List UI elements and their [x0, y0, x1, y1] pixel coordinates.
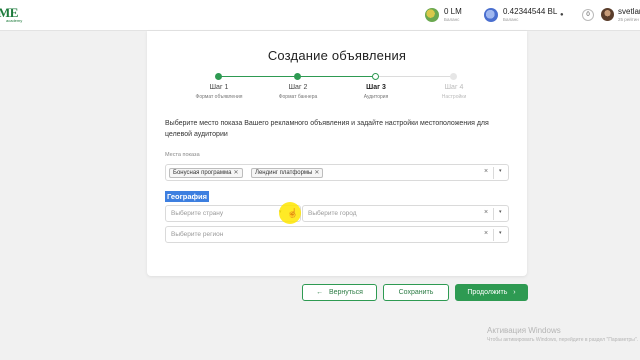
- wallet-bl-amount: 0.42344544 BL: [503, 7, 558, 16]
- continue-button[interactable]: Продолжить ›: [455, 284, 528, 301]
- user-name[interactable]: svetlan: [618, 7, 640, 16]
- windows-activation-title: Активация Windows: [487, 326, 561, 335]
- step-connector-3: [375, 76, 453, 77]
- chevron-right-icon: ›: [513, 289, 516, 296]
- logo-subtext: academy: [6, 18, 23, 23]
- step-2-sub: Формат баннера: [278, 94, 318, 100]
- region-select[interactable]: Выберите регион × ▾: [165, 226, 509, 243]
- placement-select[interactable]: Бонусная программа ✕ Лендинг платформы ✕ ×…: [165, 164, 509, 181]
- region-placeholder: Выберите регион: [171, 231, 224, 238]
- step-1-label: Шаг 1: [209, 84, 229, 91]
- arrow-left-icon: ←: [316, 289, 324, 296]
- chip-remove-icon[interactable]: ✕: [233, 170, 238, 176]
- chevron-down-icon[interactable]: ▾: [499, 168, 502, 174]
- step-connector-1: [221, 76, 299, 77]
- back-button[interactable]: ← Вернуться: [302, 284, 377, 301]
- country-placeholder: Выберите страну: [171, 210, 224, 217]
- wallet-lm[interactable]: 0 LM Баланс: [425, 7, 475, 25]
- chip-bonus-program-label: Бонусная программа: [173, 170, 232, 176]
- save-button-label: Сохранить: [398, 289, 434, 296]
- step-2-dot[interactable]: [294, 73, 301, 80]
- placement-label: Места показа: [165, 152, 200, 158]
- back-button-label: Вернуться: [328, 289, 363, 296]
- top-header: ME academy 0 LM Баланс 0.42344544 BL Бал…: [0, 0, 640, 31]
- lm-coin-icon: [425, 8, 439, 22]
- hand-cursor-icon: ☝: [287, 208, 299, 218]
- chevron-down-icon[interactable]: ▾: [499, 230, 502, 236]
- step-4-label: Шаг 4: [444, 84, 464, 91]
- step-1-sub: Формат объявления: [195, 94, 243, 100]
- notification-count[interactable]: 0: [582, 9, 594, 21]
- select-divider: [493, 229, 494, 241]
- step-4-dot: [450, 73, 457, 80]
- geography-label: География: [165, 191, 210, 202]
- user-rating: 25 рейтин: [618, 17, 639, 22]
- instructions-text: Выберите место показа Вашего рекламного …: [165, 120, 489, 138]
- wallet-lm-caption: Баланс: [444, 17, 460, 22]
- brand-logo[interactable]: ME academy: [0, 5, 26, 25]
- windows-activation-subtitle: Чтобы активировать Windows, перейдите в …: [487, 337, 639, 343]
- continue-button-label: Продолжить: [467, 289, 508, 296]
- wallet-lm-amount: 0 LM: [444, 7, 462, 16]
- save-button[interactable]: Сохранить: [383, 284, 449, 301]
- city-placeholder: Выберите город: [308, 210, 357, 217]
- select-divider: [493, 167, 494, 179]
- step-3-label: Шаг 3: [366, 84, 386, 91]
- city-select[interactable]: Выберите город × ▾: [302, 205, 509, 222]
- chip-landing-platform[interactable]: Лендинг платформы ✕: [251, 168, 324, 178]
- chip-bonus-program[interactable]: Бонусная программа ✕: [169, 168, 243, 178]
- chevron-down-icon[interactable]: ▾: [499, 209, 502, 215]
- clear-icon[interactable]: ×: [484, 168, 488, 175]
- chip-landing-platform-label: Лендинг платформы: [255, 170, 313, 176]
- clear-icon[interactable]: ×: [484, 209, 488, 216]
- bell-icon[interactable]: ●: [560, 12, 564, 18]
- step-3-sub: Аудитория: [363, 94, 389, 100]
- wallet-bl[interactable]: 0.42344544 BL Баланс: [484, 7, 558, 25]
- step-4-sub: Настройки: [441, 94, 467, 100]
- step-2-label: Шаг 2: [288, 84, 308, 91]
- step-1-dot[interactable]: [215, 73, 222, 80]
- clear-icon[interactable]: ×: [484, 230, 488, 237]
- bl-coin-icon: [484, 8, 498, 22]
- page-title: Создание объявления: [267, 48, 407, 63]
- step-3-dot[interactable]: [372, 73, 379, 80]
- user-avatar[interactable]: [601, 8, 614, 21]
- select-divider: [493, 208, 494, 220]
- chip-remove-icon[interactable]: ✕: [314, 170, 319, 176]
- wallet-bl-caption: Баланс: [503, 17, 519, 22]
- step-connector-2: [299, 76, 375, 77]
